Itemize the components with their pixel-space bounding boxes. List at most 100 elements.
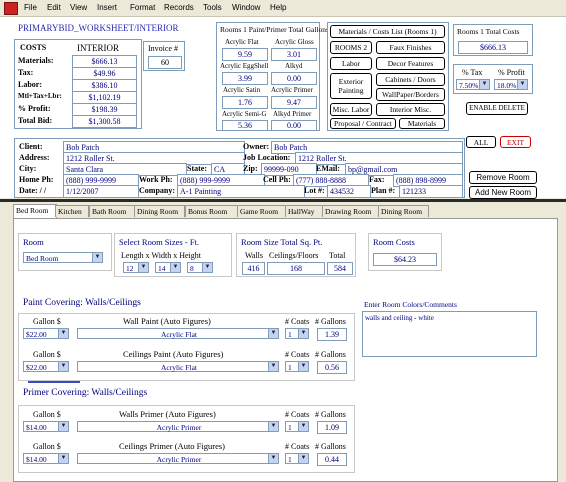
walls-primer-coats-combo[interactable]: 1 ▼ bbox=[285, 421, 309, 432]
date-field[interactable]: 1/12/2007 bbox=[63, 185, 139, 198]
ceilings-sqft[interactable]: 168 bbox=[267, 262, 325, 275]
chevron-down-icon[interactable]: ▼ bbox=[138, 263, 148, 272]
wall-paint-type-combo[interactable]: Acrylic Flat ▼ bbox=[77, 328, 279, 339]
ceilings-primer-type-combo[interactable]: Acrylic Primer ▼ bbox=[77, 453, 279, 464]
chevron-down-icon[interactable]: ▼ bbox=[92, 253, 102, 262]
menu-tools[interactable]: Tools bbox=[203, 3, 222, 12]
walls-primer-type-combo[interactable]: Acrylic Primer ▼ bbox=[77, 421, 279, 432]
chevron-down-icon[interactable]: ▼ bbox=[202, 263, 212, 272]
menu-file[interactable]: File bbox=[24, 3, 37, 12]
misc-labor-button[interactable]: Misc. Labor bbox=[330, 103, 372, 116]
tax-combo[interactable]: 7.50% ▼ bbox=[456, 79, 490, 90]
chevron-down-icon[interactable]: ▼ bbox=[268, 422, 278, 431]
acrylic-semigloss-gallons[interactable]: 5.36 bbox=[222, 120, 268, 131]
wall-paint-price-combo[interactable]: $22.00 ▼ bbox=[23, 328, 69, 339]
materials-costs-list-button[interactable]: Materials / Costs List (Rooms 1) bbox=[330, 25, 445, 38]
exterior-painting-button[interactable]: Exterior Painting bbox=[330, 73, 372, 99]
tab-drawing-room[interactable]: Drawing Room bbox=[322, 205, 382, 217]
chevron-down-icon[interactable]: ▼ bbox=[298, 329, 308, 338]
acrylic-primer-gallons[interactable]: 9.47 bbox=[271, 96, 317, 109]
chevron-down-icon[interactable]: ▼ bbox=[58, 362, 68, 371]
ceilings-primer-gallons[interactable]: 0.44 bbox=[317, 453, 347, 466]
wallpaper-borders-button[interactable]: WallPaper/Borders bbox=[376, 88, 445, 101]
room-sizes-title: Select Room Sizes - Ft. bbox=[119, 237, 200, 247]
wall-paint-gallons[interactable]: 1.39 bbox=[317, 328, 347, 341]
ceilings-primer-type: Acrylic Primer bbox=[156, 455, 202, 464]
materials-button[interactable]: Materials bbox=[399, 118, 445, 129]
labor-button[interactable]: Labor bbox=[330, 57, 372, 70]
faux-finishes-button[interactable]: Faux Finishes bbox=[376, 41, 445, 54]
enable-delete-button[interactable]: ENABLE DELETE bbox=[466, 102, 528, 115]
acrylic-gloss-gallons[interactable]: 3.01 bbox=[271, 48, 317, 61]
ceilings-primer-coats-combo[interactable]: 1 ▼ bbox=[285, 453, 309, 464]
chevron-down-icon[interactable]: ▼ bbox=[298, 422, 308, 431]
cabinets-doors-button[interactable]: Cabinets / Doors bbox=[376, 73, 445, 86]
width-combo[interactable]: 14 ▼ bbox=[155, 262, 181, 273]
tab-dining-room[interactable]: Dining Room bbox=[134, 205, 185, 217]
room-costs-value[interactable]: $64.23 bbox=[373, 253, 437, 266]
ceilings-floors-label: Ceilings/Floors bbox=[269, 251, 319, 260]
decor-features-button[interactable]: Decor Features bbox=[376, 57, 445, 70]
chevron-down-icon[interactable]: ▼ bbox=[517, 80, 527, 89]
ceilings-paint-price-combo[interactable]: $22.00 ▼ bbox=[23, 361, 69, 372]
tab-kitchen[interactable]: Kitchen bbox=[55, 205, 89, 217]
menu-records[interactable]: Records bbox=[164, 3, 194, 12]
exit-button[interactable]: EXIT bbox=[500, 136, 531, 148]
ceilings-primer-price-combo[interactable]: $14.00 ▼ bbox=[23, 453, 69, 464]
acrylic-eggshell-gallons[interactable]: 3.99 bbox=[222, 72, 268, 85]
ceilings-paint-gallons[interactable]: 0.56 bbox=[317, 361, 347, 374]
app-icon[interactable] bbox=[4, 2, 18, 15]
chevron-down-icon[interactable]: ▼ bbox=[58, 422, 68, 431]
tab-bath-room[interactable]: Bath Room bbox=[89, 205, 135, 217]
chevron-down-icon[interactable]: ▼ bbox=[298, 454, 308, 463]
length-combo[interactable]: 12 ▼ bbox=[123, 262, 149, 273]
height-combo[interactable]: 8 ▼ bbox=[187, 262, 213, 273]
profit-combo[interactable]: 18.0% ▼ bbox=[494, 79, 528, 90]
acrylic-flat-gallons[interactable]: 9.59 bbox=[222, 48, 268, 61]
tab-dining-room-2[interactable]: Dining Room bbox=[378, 205, 429, 217]
total-bid-value[interactable]: $1,300.58 bbox=[72, 115, 137, 128]
rooms2-button[interactable]: ROOMS 2 bbox=[330, 41, 372, 54]
menu-help[interactable]: Help bbox=[270, 3, 286, 12]
interior-misc-button[interactable]: Interior Misc. bbox=[376, 103, 445, 116]
chevron-down-icon[interactable]: ▼ bbox=[58, 454, 68, 463]
tab-hallway[interactable]: HallWay bbox=[285, 205, 324, 217]
alkyd-primer-gallons[interactable]: 0.00 bbox=[271, 120, 317, 131]
chevron-down-icon[interactable]: ▼ bbox=[268, 454, 278, 463]
alkyd-gallons[interactable]: 0.00 bbox=[271, 72, 317, 85]
all-button[interactable]: ALL bbox=[466, 136, 496, 148]
chevron-down-icon[interactable]: ▼ bbox=[58, 329, 68, 338]
add-room-button[interactable]: Add New Room bbox=[469, 186, 537, 199]
menu-window[interactable]: Window bbox=[232, 3, 260, 12]
walls-sqft[interactable]: 416 bbox=[242, 262, 265, 275]
ceilings-paint-type-combo[interactable]: Acrylic Flat ▼ bbox=[77, 361, 279, 372]
tab-bonus-room[interactable]: Bonus Room bbox=[185, 205, 239, 217]
tab-game-room[interactable]: Game Room bbox=[237, 205, 288, 217]
proposal-contract-button[interactable]: Proposal / Contract bbox=[330, 118, 396, 129]
wall-paint-coats-combo[interactable]: 1 ▼ bbox=[285, 328, 309, 339]
total-sqft[interactable]: 584 bbox=[327, 262, 353, 275]
chevron-down-icon[interactable]: ▼ bbox=[170, 263, 180, 272]
menu-edit[interactable]: Edit bbox=[47, 3, 61, 12]
chevron-down-icon[interactable]: ▼ bbox=[268, 329, 278, 338]
room-combo[interactable]: Bed Room ▼ bbox=[23, 252, 103, 263]
invoice-number[interactable]: 60 bbox=[148, 56, 182, 69]
menu-format[interactable]: Format bbox=[130, 3, 155, 12]
remove-room-button[interactable]: Remove Room bbox=[469, 171, 537, 184]
menu-view[interactable]: View bbox=[70, 3, 87, 12]
home-phone-label: Home Ph: bbox=[19, 175, 54, 184]
chevron-down-icon[interactable]: ▼ bbox=[268, 362, 278, 371]
company-field[interactable]: A-1 Painting bbox=[177, 185, 305, 198]
plan-field[interactable]: 121233 bbox=[399, 185, 463, 198]
comments-textarea[interactable]: walls and ceiling - white bbox=[362, 311, 537, 357]
lot-field[interactable]: 434532 bbox=[327, 185, 371, 198]
walls-primer-gallons[interactable]: 1.09 bbox=[317, 421, 347, 434]
acrylic-satin-gallons[interactable]: 1.76 bbox=[222, 96, 268, 109]
menu-insert[interactable]: Insert bbox=[97, 3, 117, 12]
chevron-down-icon[interactable]: ▼ bbox=[479, 80, 489, 89]
walls-primer-price-combo[interactable]: $14.00 ▼ bbox=[23, 421, 69, 432]
ceilings-paint-coats-combo[interactable]: 1 ▼ bbox=[285, 361, 309, 372]
tab-bed-room[interactable]: Bed Room bbox=[13, 204, 57, 218]
total-costs-value[interactable]: $666.13 bbox=[458, 41, 528, 54]
chevron-down-icon[interactable]: ▼ bbox=[298, 362, 308, 371]
